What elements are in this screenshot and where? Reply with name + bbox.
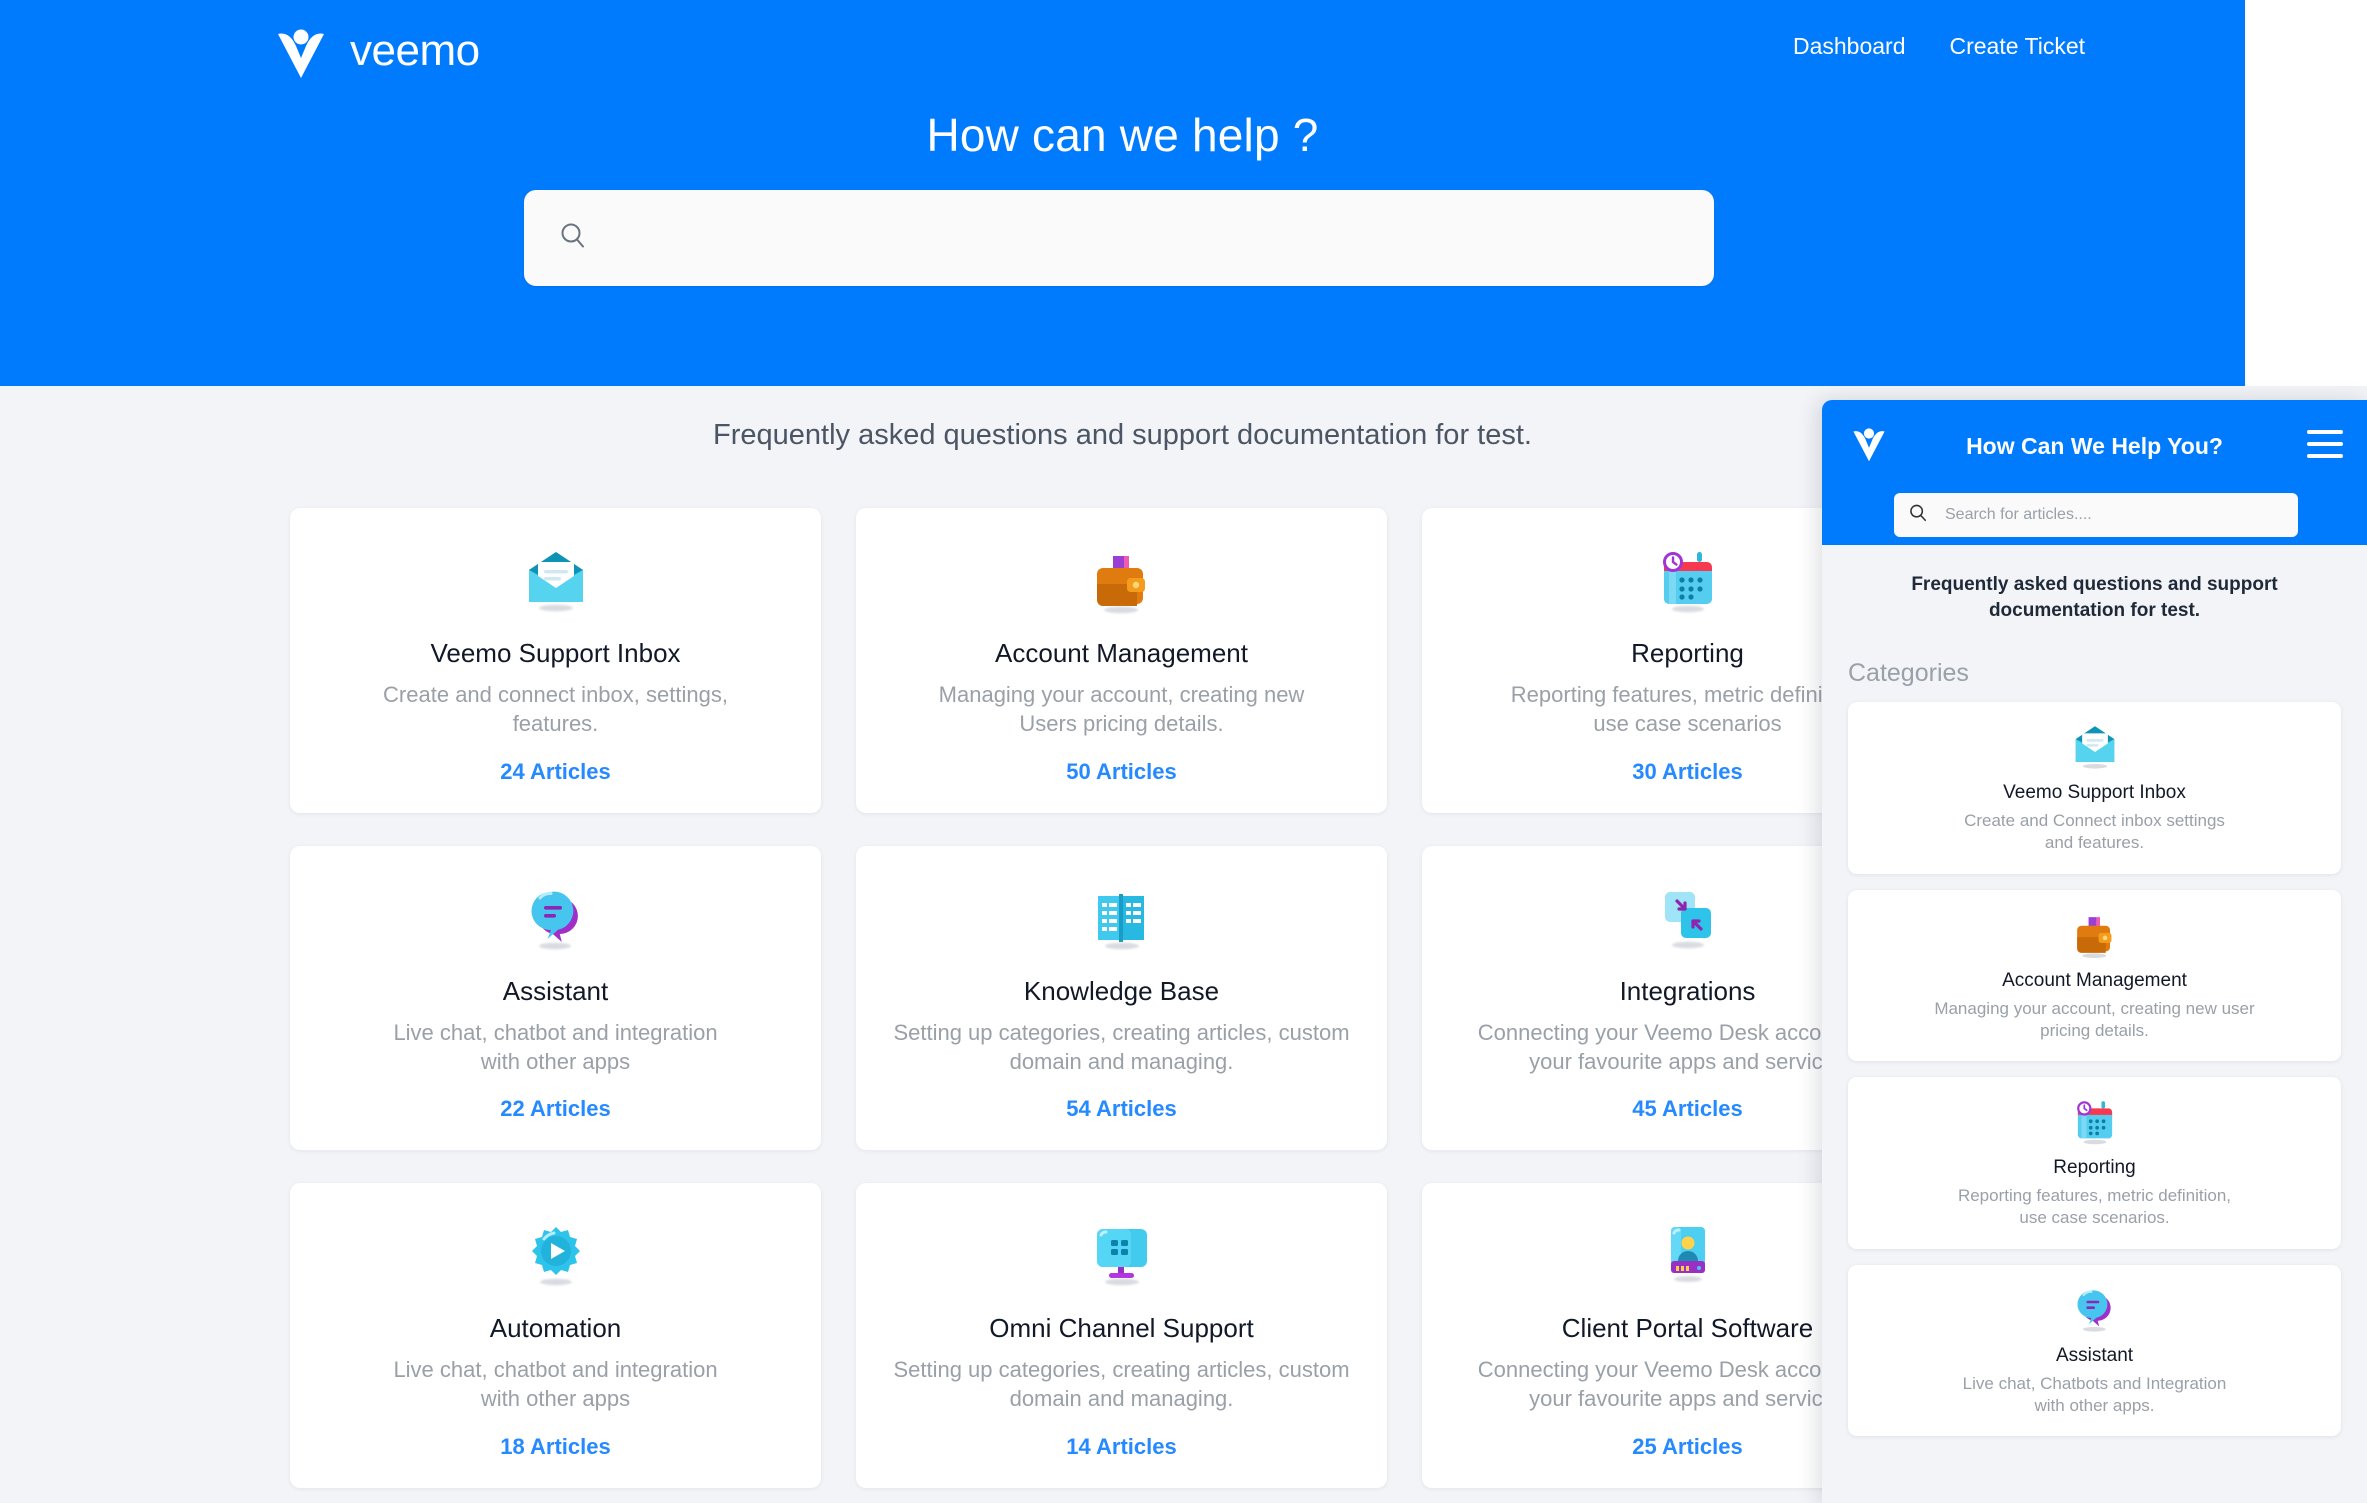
help-center-page: veemo Dashboard Create Ticket How can we… — [0, 0, 2367, 1503]
widget-search-box[interactable] — [1894, 493, 2298, 537]
widget-title: How Can We Help You? — [1966, 433, 2223, 459]
card-title: Knowledge Base — [1023, 975, 1220, 1006]
veemo-v-person-logo-icon — [270, 20, 332, 82]
chat-bubbles-icon — [523, 882, 589, 954]
card-description: Create and connect inbox, settings, feat… — [383, 682, 728, 737]
nav-links: Dashboard Create Ticket — [1793, 33, 2085, 60]
widget-card-description: Create and Connect inbox settings and fe… — [1964, 811, 2225, 853]
widget-category-card[interactable]: Account Management Managing your account… — [1848, 889, 2341, 1062]
brand-logo[interactable]: veemo — [270, 20, 480, 82]
top-navigation-bar: veemo Dashboard Create Ticket — [0, 0, 2245, 105]
chat-bubbles-icon — [1866, 1283, 2323, 1335]
card-description: Live chat, chatbot and integration with … — [393, 1019, 718, 1074]
calendar-clock-icon — [1655, 544, 1721, 616]
widget-card-title: Account Management — [2002, 969, 2187, 991]
widget-card-title: Assistant — [2055, 1344, 2134, 1366]
widget-card-title: Veemo Support Inbox — [2003, 782, 2186, 804]
card-article-count[interactable]: 25 Articles — [1632, 1414, 1742, 1460]
wallet-icon — [1866, 908, 2323, 960]
card-title: Veemo Support Inbox — [430, 638, 681, 668]
card-article-count[interactable]: 14 Articles — [1066, 1414, 1176, 1460]
two-squares-arrows-icon — [1655, 882, 1721, 954]
widget-category-card[interactable]: Reporting Reporting features, metric def… — [1848, 1077, 2341, 1249]
card-description: Managing your account, creating new User… — [938, 682, 1305, 737]
card-description: Setting up categories, creating articles… — [893, 1019, 1350, 1074]
widget-search-input[interactable] — [1945, 506, 2284, 524]
page-title: How can we help ? — [926, 109, 1319, 161]
hero-banner: veemo Dashboard Create Ticket How can we… — [0, 0, 2245, 386]
widget-category-list: Veemo Support Inbox Create and Connect i… — [1822, 688, 2367, 1437]
widget-subtitle: Frequently asked questions and support d… — [1911, 574, 2278, 622]
card-article-count[interactable]: 22 Articles — [500, 1076, 610, 1122]
help-widget: How Can We Help You? Frequently asked qu… — [1822, 400, 2367, 1503]
card-title: Account Management — [995, 638, 1248, 668]
widget-category-card[interactable]: Assistant Live chat, Chatbots and Integr… — [1848, 1264, 2341, 1437]
card-title: Assistant — [502, 975, 609, 1006]
card-description: Reporting features, metric definition, u… — [1510, 682, 1865, 737]
calendar-clock-icon — [1866, 1095, 2323, 1147]
card-article-count[interactable]: 30 Articles — [1632, 739, 1742, 785]
gear-play-icon — [523, 1219, 589, 1291]
search-icon — [558, 221, 588, 256]
card-title: Client Portal Software — [1561, 1313, 1814, 1343]
category-grid: Veemo Support Inbox Create and connect i… — [290, 508, 1953, 1488]
open-envelope-icon — [1866, 720, 2323, 772]
category-card[interactable]: Veemo Support Inbox Create and connect i… — [290, 508, 821, 813]
card-title: Reporting — [1631, 638, 1744, 668]
wallet-icon — [1089, 544, 1155, 616]
card-title: Integrations — [1619, 975, 1756, 1006]
card-description: Setting up categories, creating articles… — [893, 1357, 1350, 1412]
category-card[interactable]: Automation Live chat, chatbot and integr… — [290, 1183, 821, 1488]
search-icon — [1908, 503, 1928, 528]
brand-name: veemo — [350, 26, 480, 75]
nav-link-dashboard[interactable]: Dashboard — [1793, 33, 1906, 60]
widget-category-card[interactable]: Veemo Support Inbox Create and Connect i… — [1848, 702, 2341, 874]
card-article-count[interactable]: 45 Articles — [1632, 1076, 1742, 1122]
widget-categories-label: Categories — [1848, 659, 1969, 688]
widget-card-title: Reporting — [2053, 1157, 2136, 1179]
widget-card-description: Live chat, Chatbots and Integration with… — [1962, 1373, 2227, 1415]
open-book-icon — [1089, 882, 1155, 954]
card-title: Automation — [489, 1313, 622, 1343]
monitor-icon — [1089, 1219, 1155, 1291]
open-envelope-icon — [523, 544, 589, 616]
widget-card-description: Managing your account, creating new user… — [1934, 998, 2255, 1040]
card-article-count[interactable]: 18 Articles — [500, 1414, 610, 1460]
category-card[interactable]: Omni Channel Support Setting up categori… — [856, 1183, 1387, 1488]
card-description: Live chat, chatbot and integration with … — [393, 1357, 718, 1412]
id-card-icon — [1655, 1219, 1721, 1291]
category-card[interactable]: Knowledge Base Setting up categories, cr… — [856, 845, 1387, 1150]
hamburger-menu-icon[interactable] — [2307, 430, 2343, 458]
card-article-count[interactable]: 24 Articles — [500, 739, 610, 785]
category-card[interactable]: Account Management Managing your account… — [856, 508, 1387, 813]
card-title: Omni Channel Support — [989, 1313, 1254, 1343]
widget-card-description: Reporting features, metric definition, u… — [1957, 1186, 2232, 1228]
search-input[interactable] — [608, 224, 1680, 252]
card-article-count[interactable]: 54 Articles — [1066, 1076, 1176, 1122]
hero-search-box[interactable] — [524, 190, 1714, 286]
card-article-count[interactable]: 50 Articles — [1066, 739, 1176, 785]
nav-link-create-ticket[interactable]: Create Ticket — [1950, 33, 2086, 60]
category-card[interactable]: Assistant Live chat, chatbot and integra… — [290, 845, 821, 1150]
widget-header: How Can We Help You? — [1822, 400, 2367, 545]
